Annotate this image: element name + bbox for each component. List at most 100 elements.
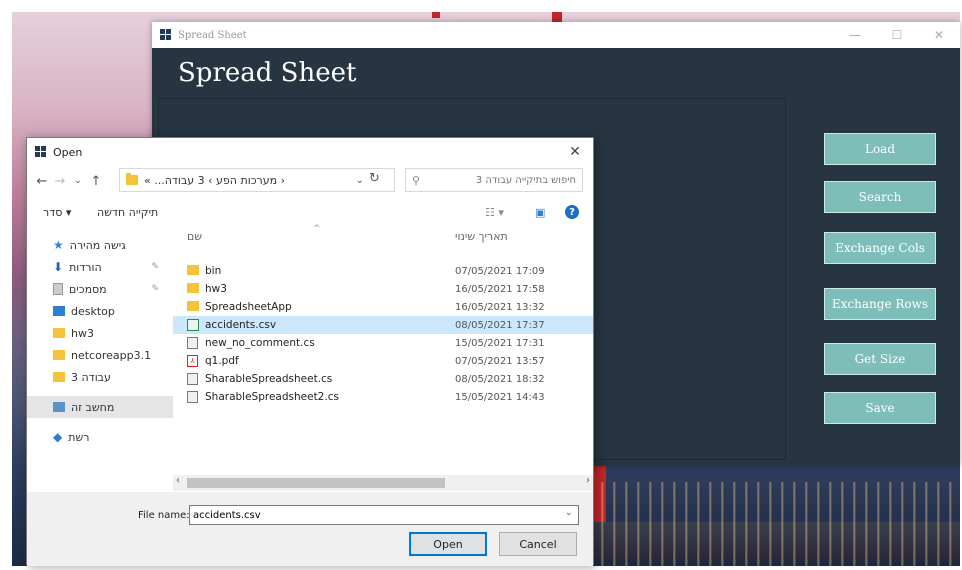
folder-icon bbox=[187, 283, 199, 293]
folder-icon bbox=[126, 173, 138, 185]
file-name: hw3 bbox=[205, 283, 227, 295]
preview-pane-icon[interactable]: ▣ bbox=[535, 206, 545, 219]
maximize-button[interactable]: ☐ bbox=[876, 22, 918, 48]
breadcrumb[interactable]: « ...מערכות הפע › 3 עבודה › bbox=[144, 174, 285, 187]
scroll-left-icon[interactable]: ‹ bbox=[176, 475, 180, 486]
file-name: bin bbox=[205, 265, 222, 277]
file-name-input[interactable] bbox=[189, 505, 579, 525]
new-folder-button[interactable]: תיקייה חדשה bbox=[97, 206, 158, 219]
save-button[interactable]: Save bbox=[824, 392, 936, 424]
exchange-cols-button[interactable]: Exchange Cols bbox=[824, 232, 936, 264]
column-header-name[interactable]: שם bbox=[187, 230, 202, 252]
recent-locations-chevron-icon[interactable]: ⌄ bbox=[69, 176, 87, 186]
nav-item-downloads[interactable]: ⬇ הורדות ✎ bbox=[27, 256, 173, 278]
code-file-icon bbox=[187, 391, 198, 403]
open-button[interactable]: Open bbox=[409, 532, 487, 556]
file-date: 15/05/2021 14:43 bbox=[455, 391, 545, 403]
file-date: 07/05/2021 13:57 bbox=[455, 355, 545, 367]
file-name: SharableSpreadsheet2.cs bbox=[205, 391, 339, 403]
file-row-bin[interactable]: bin 07/05/2021 17:09 bbox=[173, 262, 593, 280]
documents-icon bbox=[53, 283, 63, 295]
nav-item-label: desktop bbox=[71, 304, 115, 318]
csv-file-icon bbox=[187, 319, 199, 331]
column-header-date[interactable]: תאריך שינוי bbox=[455, 230, 508, 252]
file-row-spreadsheetapp[interactable]: SpreadsheetApp 16/05/2021 13:32 bbox=[173, 298, 593, 316]
help-icon[interactable]: ? bbox=[565, 205, 579, 219]
nav-item-this-pc[interactable]: מחשב זה bbox=[27, 396, 173, 418]
organize-button[interactable]: סדר ▾ bbox=[43, 206, 71, 219]
get-size-button[interactable]: Get Size bbox=[824, 343, 936, 375]
nav-item-label: hw3 bbox=[71, 326, 94, 340]
nav-item-label: מסמכים bbox=[69, 282, 107, 296]
folder-icon bbox=[53, 350, 65, 360]
address-dropdown-icon[interactable]: ⌄ bbox=[356, 175, 364, 186]
view-options-icon[interactable]: ☷ ▾ bbox=[485, 206, 504, 219]
window-controls: — ☐ ✕ bbox=[834, 22, 960, 48]
back-arrow-icon[interactable]: ← bbox=[33, 174, 51, 189]
nav-item-label: netcoreapp3.1 bbox=[71, 348, 152, 362]
nav-item-hw3[interactable]: hw3 bbox=[27, 322, 173, 344]
search-input[interactable] bbox=[426, 174, 576, 186]
refresh-icon[interactable]: ↻ bbox=[369, 171, 380, 186]
nav-item-desktop[interactable]: desktop bbox=[27, 300, 173, 322]
file-name-dropdown-icon[interactable]: ⌄ bbox=[565, 508, 573, 518]
open-dialog: Open ✕ ← → ⌄ ↑ « ...מערכות הפע › 3 עבודה… bbox=[26, 137, 594, 566]
file-row-new-no-comment[interactable]: new_no_comment.cs 15/05/2021 17:31 bbox=[173, 334, 593, 352]
search-button[interactable]: Search bbox=[824, 181, 936, 213]
load-button[interactable]: Load bbox=[824, 133, 936, 165]
dialog-footer: File name: ⌄ Open Cancel bbox=[27, 492, 593, 566]
file-row-q1-pdf[interactable]: ⅄ q1.pdf 07/05/2021 13:57 bbox=[173, 352, 593, 370]
app-titlebar: Spread Sheet — ☐ ✕ bbox=[152, 22, 960, 48]
nav-item-work3[interactable]: עבודה 3 bbox=[27, 366, 173, 388]
file-date: 16/05/2021 17:58 bbox=[455, 283, 545, 295]
nav-item-label: עבודה 3 bbox=[71, 370, 111, 384]
dialog-titlebar: Open ✕ bbox=[27, 138, 593, 166]
nav-item-documents[interactable]: מסמכים ✎ bbox=[27, 278, 173, 300]
nav-item-label: הורדות bbox=[69, 260, 102, 274]
network-icon: ◆ bbox=[53, 430, 63, 444]
search-icon: ⚲ bbox=[412, 173, 421, 187]
app-icon bbox=[160, 29, 172, 41]
code-file-icon bbox=[187, 373, 198, 385]
app-heading: Spread Sheet bbox=[178, 58, 357, 88]
star-icon: ★ bbox=[53, 238, 64, 252]
app-window-title: Spread Sheet bbox=[178, 29, 247, 41]
nav-item-label: רשת bbox=[68, 430, 90, 444]
close-button[interactable]: ✕ bbox=[918, 22, 960, 48]
scroll-right-icon[interactable]: › bbox=[586, 475, 590, 486]
file-date: 08/05/2021 18:32 bbox=[455, 373, 545, 385]
file-name: q1.pdf bbox=[205, 355, 239, 367]
horizontal-scrollbar[interactable]: ‹ › bbox=[173, 475, 593, 491]
computer-icon bbox=[53, 402, 65, 412]
file-date: 08/05/2021 17:37 bbox=[455, 319, 545, 331]
bridge-tower-left bbox=[432, 12, 440, 18]
dialog-app-icon bbox=[35, 146, 47, 158]
file-row-accidents-csv[interactable]: accidents.csv 08/05/2021 17:37 bbox=[173, 316, 593, 334]
minimize-button[interactable]: — bbox=[834, 22, 876, 48]
file-name-label: File name: bbox=[138, 510, 190, 521]
file-date: 16/05/2021 13:32 bbox=[455, 301, 545, 313]
folder-icon bbox=[187, 265, 199, 275]
nav-item-quick-access[interactable]: ★ גישה מהירה bbox=[27, 234, 173, 256]
exchange-rows-button[interactable]: Exchange Rows bbox=[824, 288, 936, 320]
file-name: SharableSpreadsheet.cs bbox=[205, 373, 333, 385]
nav-item-netcoreapp[interactable]: netcoreapp3.1 bbox=[27, 344, 173, 366]
code-file-icon bbox=[187, 337, 198, 349]
cancel-button[interactable]: Cancel bbox=[499, 532, 577, 556]
scrollbar-thumb[interactable] bbox=[187, 478, 445, 488]
command-bar: סדר ▾ תיקייה חדשה ☷ ▾ ▣ ? bbox=[27, 200, 593, 224]
up-arrow-icon[interactable]: ↑ bbox=[87, 174, 105, 189]
file-row-sharable-spreadsheet[interactable]: SharableSpreadsheet.cs 08/05/2021 18:32 bbox=[173, 370, 593, 388]
pdf-file-icon: ⅄ bbox=[187, 355, 198, 367]
folder-icon bbox=[53, 372, 65, 382]
search-box[interactable]: ⚲ bbox=[405, 168, 583, 192]
address-bar[interactable]: « ...מערכות הפע › 3 עבודה › ⌄ bbox=[119, 168, 395, 192]
nav-item-network[interactable]: ◆ רשת bbox=[27, 426, 173, 448]
file-name: SpreadsheetApp bbox=[205, 301, 292, 313]
folder-icon bbox=[187, 301, 199, 311]
forward-arrow-icon[interactable]: → bbox=[51, 174, 69, 189]
city-lights bbox=[592, 482, 960, 566]
file-row-hw3[interactable]: hw3 16/05/2021 17:58 bbox=[173, 280, 593, 298]
file-row-sharable-spreadsheet2[interactable]: SharableSpreadsheet2.cs 15/05/2021 14:43 bbox=[173, 388, 593, 406]
dialog-close-icon[interactable]: ✕ bbox=[557, 144, 593, 160]
